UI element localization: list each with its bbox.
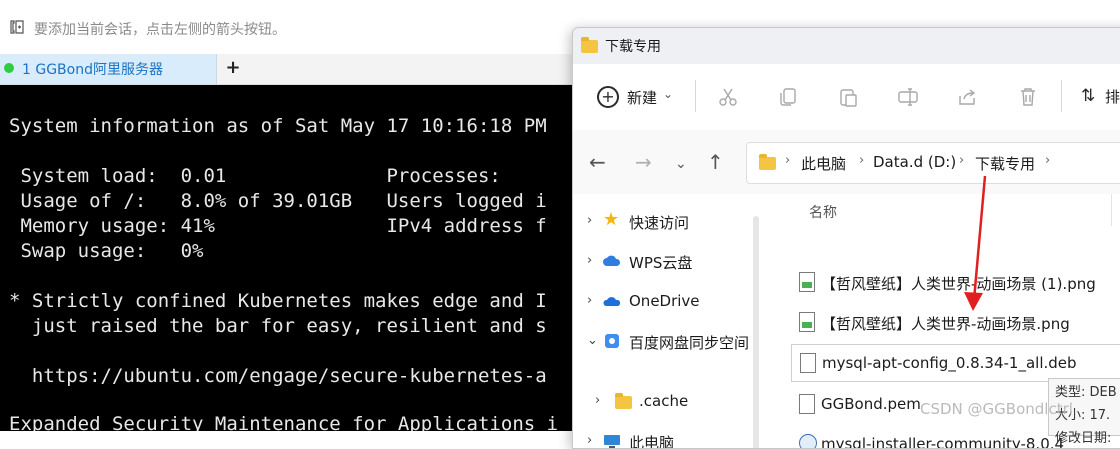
terminal-line: https://ubuntu.com/engage/secure-kuberne…: [9, 365, 547, 387]
terminal-line: * Strictly confined Kubernetes makes edg…: [9, 290, 547, 312]
nav-item-label: 此电脑: [629, 434, 675, 449]
share-icon[interactable]: [957, 86, 979, 108]
sort-icon: ⇅: [1081, 86, 1096, 106]
nav-item-label: OneDrive: [629, 292, 700, 310]
tooltip-modified: 修改日期:: [1055, 431, 1112, 446]
nav-item-label: 快速访问: [629, 214, 690, 232]
rename-icon[interactable]: [897, 86, 919, 108]
back-arrow-icon[interactable]: ←: [589, 152, 606, 172]
chevron-right-icon: ›: [959, 153, 965, 168]
toolbar-divider: [1061, 80, 1062, 112]
nav-item-label: .cache: [639, 392, 689, 410]
column-header-name[interactable]: 名称: [809, 202, 837, 222]
chevron-right-icon[interactable]: ›: [587, 253, 592, 268]
nav-item-cache[interactable]: › .cache: [573, 388, 753, 416]
toolbar-divider: [695, 80, 696, 112]
chevron-right-icon: ›: [785, 153, 791, 168]
folder-icon: [581, 37, 598, 53]
baidu-icon: [605, 334, 619, 348]
tab-label: 1 GGBond阿里服务器: [22, 62, 163, 78]
folder-icon: [759, 154, 776, 170]
tooltip-type: 类型: DEB: [1055, 385, 1117, 400]
window-title: 下载专用: [605, 39, 661, 55]
terminal-line: System information as of Sat May 17 10:1…: [9, 115, 547, 137]
file-name: mysql-apt-config_0.8.34-1_all.deb: [822, 354, 1077, 372]
sort-button-label: 排: [1105, 88, 1120, 106]
chevron-right-icon[interactable]: ›: [587, 293, 592, 308]
chevron-right-icon: ›: [1045, 153, 1051, 168]
document-file-icon: [800, 353, 816, 373]
nav-item-onedrive[interactable]: › OneDrive: [573, 288, 753, 316]
terminal-line: Expanded Security Maintenance for Applic…: [9, 413, 559, 431]
tab-ggbond-server[interactable]: 1 GGBond阿里服务器: [0, 54, 217, 84]
delete-icon[interactable]: [1017, 86, 1039, 108]
recent-locations-chevron-icon[interactable]: ⌄: [675, 154, 687, 174]
cut-icon[interactable]: [717, 86, 739, 108]
terminal-line: Swap usage: 0%: [9, 240, 204, 262]
paste-icon[interactable]: [837, 86, 859, 108]
pc-icon: [604, 435, 620, 448]
navigation-pane-scrollbar[interactable]: [753, 216, 759, 448]
terminal-line: System load: 0.01 Processes:: [9, 165, 501, 187]
chevron-right-icon[interactable]: ›: [587, 213, 592, 228]
image-file-icon: [799, 312, 815, 332]
document-file-icon: [799, 394, 815, 414]
nav-item-baidu-sync[interactable]: ⌄ 百度网盘同步空间: [573, 328, 753, 356]
file-row-selected[interactable]: mysql-apt-config_0.8.34-1_all.deb: [791, 344, 1120, 382]
file-name: 【哲风壁纸】人类世界-动画场景.png: [821, 315, 1070, 333]
nav-item-label: 百度网盘同步空间: [629, 334, 750, 352]
chevron-down-icon: ⌄: [663, 87, 674, 101]
explorer-title-bar[interactable]: 下载专用: [573, 28, 1120, 64]
command-bar: + 新建 ⌄ ⇅ 排: [573, 64, 1120, 131]
plus-icon: +: [597, 86, 619, 108]
column-divider[interactable]: [1111, 194, 1112, 226]
new-tab-button[interactable]: +: [224, 56, 242, 80]
cloud-icon: [603, 255, 621, 266]
file-name: mysql-installer-community-8.0.4: [821, 435, 1065, 449]
watermark: CSDN @GGBondlctrl: [920, 400, 1073, 418]
chevron-right-icon: ›: [859, 153, 865, 168]
terminal-line: Usage of /: 8.0% of 39.01GB Users logged…: [9, 190, 547, 212]
sort-button[interactable]: ⇅ 排: [1081, 86, 1120, 106]
nav-item-this-pc[interactable]: › 此电脑: [573, 428, 753, 449]
connection-status-icon: [4, 63, 14, 73]
terminal-line: Memory usage: 41% IPv4 address f: [9, 215, 547, 237]
file-explorer-window: 下载专用 + 新建 ⌄ ⇅ 排 ← → ⌄ ↑ › 此电脑 › Data.d (…: [572, 27, 1120, 449]
file-name: 【哲风壁纸】人类世界-动画场景 (1).png: [821, 275, 1096, 293]
nav-item-quick-access[interactable]: › ★ 快速访问: [573, 208, 753, 236]
terminal-line: just raised the bar for easy, resilient …: [9, 315, 547, 337]
navigation-row: ← → ⌄ ↑ › 此电脑 › Data.d (D:) › 下载专用 ›: [573, 130, 1120, 194]
star-icon: ★: [603, 209, 620, 230]
file-row[interactable]: 【哲风壁纸】人类世界-动画场景 (1).png: [791, 264, 1120, 302]
chevron-down-icon[interactable]: ⌄: [587, 333, 598, 348]
nav-item-label: WPS云盘: [629, 254, 693, 272]
forward-arrow-icon[interactable]: →: [635, 152, 652, 172]
onedrive-icon: [603, 297, 621, 306]
add-session-icon[interactable]: [10, 20, 24, 34]
installer-package-icon: [799, 434, 817, 448]
chevron-right-icon[interactable]: ›: [595, 393, 600, 408]
breadcrumb-download-folder[interactable]: 下载专用: [975, 153, 1035, 174]
session-hint-text: 要添加当前会话，点击左侧的箭头按钮。: [34, 22, 286, 38]
address-bar[interactable]: › 此电脑 › Data.d (D:) › 下载专用 ›: [746, 142, 1120, 184]
nav-item-wps-cloud[interactable]: › WPS云盘: [573, 248, 753, 276]
chevron-right-icon[interactable]: ›: [587, 433, 592, 448]
navigation-pane: › ★ 快速访问 › WPS云盘 › OneDrive ⌄ 百度网盘同步空间 ›…: [573, 194, 753, 449]
image-file-icon: [799, 272, 815, 292]
file-row[interactable]: 【哲风壁纸】人类世界-动画场景.png: [791, 304, 1120, 342]
file-name: GGBond.pem: [821, 395, 921, 413]
folder-icon: [615, 393, 632, 409]
up-arrow-icon[interactable]: ↑: [707, 152, 724, 172]
breadcrumb-data-drive[interactable]: Data.d (D:): [873, 153, 956, 171]
new-button-label: 新建: [627, 89, 658, 107]
breadcrumb-this-pc[interactable]: 此电脑: [801, 153, 846, 174]
copy-icon[interactable]: [777, 86, 799, 108]
